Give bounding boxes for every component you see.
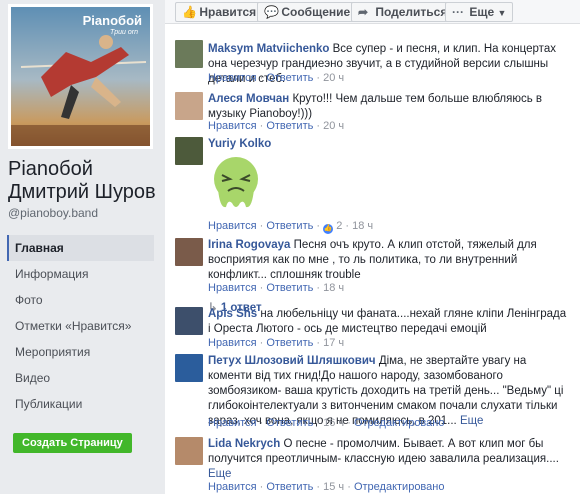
comment-like-link[interactable]: Нравится [208,72,257,84]
comment-timestamp[interactable]: 20 ч [323,72,344,84]
nav-item-posts[interactable]: Публикации [7,391,154,417]
comment-timestamp[interactable]: 18 ч [352,220,373,232]
comments-list: Maksym Matviichenko Все супер - и песня,… [165,24,580,494]
more-menu-button[interactable]: ··· Еще ▼ [445,2,514,22]
ellipsis-icon: ··· [452,5,464,19]
comment-author[interactable]: Apis Shs [208,308,257,320]
message-bubble-icon: 💬 [264,5,279,19]
message-button[interactable]: 💬 Сообщение [257,2,358,22]
page-action-bar: 👍 Нравится 💬 Сообщение ➦ Поделиться ··· … [165,0,580,24]
comment-author[interactable]: Петух Шлозовий Шляшкович [208,355,376,367]
share-arrow-icon: ➦ [358,5,369,19]
comment-like-link[interactable]: Нравится [208,481,257,493]
avatar[interactable] [175,307,203,335]
nav-item-info[interactable]: Информация [7,261,154,287]
page-title[interactable]: Pianoбой Дмитрий Шуров [8,158,168,204]
comment-author[interactable]: Yuriy Kolko [208,138,271,150]
nav-item-photos[interactable]: Фото [7,287,154,313]
comment-author[interactable]: Irina Rogovaya [208,239,290,251]
comment-text: на любельніцу чи фаната....нехай гляне к… [208,308,567,335]
chevron-down-icon: ▼ [497,8,507,18]
comment-reply-link[interactable]: Ответить [266,282,313,294]
comment-actions: Нравится · Ответить · 15 ч · Отредактиро… [208,481,445,493]
cover-subtitle: Tpuu orn [109,29,138,36]
comment-actions: Нравится · Ответить · 17 ч [208,337,345,349]
comment-reply-link[interactable]: Ответить [266,337,313,349]
comment-like-link[interactable]: Нравится [208,417,257,429]
comment-like-link[interactable]: Нравится [208,220,257,232]
comment-body: Алеся Мовчан Круто!!! Чем дальше тем бол… [208,92,568,122]
nav-item-events[interactable]: Мероприятия [7,339,154,365]
comment-actions: Нравится · Ответить · 18 ч [208,282,345,294]
comment-actions: Нравится · Ответить · 20 ч [208,120,345,132]
page-nav: Главная Информация Фото Отметки «Нравитс… [7,235,154,417]
comment-actions: Нравится · Ответить · 20 ч [208,72,345,84]
comment-actions: Нравится · Ответить · 16 ч · Отредактиро… [208,417,445,429]
like-page-button[interactable]: 👍 Нравится [175,2,264,22]
avatar[interactable] [175,137,203,165]
comment-timestamp[interactable]: 17 ч [323,337,344,349]
comment-body: Irina Rogovaya Песня очъ круто. А клип о… [208,238,568,283]
see-more-link[interactable]: Еще [208,468,231,480]
like-count-icon: 👍 [323,224,334,234]
avatar[interactable] [175,92,203,120]
page-handle[interactable]: @pianoboy.band [8,206,98,220]
avatar[interactable] [175,40,203,68]
thumbs-up-icon: 👍 [182,5,197,19]
edited-label[interactable]: Отредактировано [354,481,445,493]
comment-reply-link[interactable]: Ответить [266,481,313,493]
comment-timestamp[interactable]: 16 ч [323,417,344,429]
create-page-button[interactable]: Создать Страницу [13,433,132,453]
comment-actions: Нравится · Ответить · 👍 2 · 18 ч [208,220,374,234]
page-sidebar: Pianoбой Tpuu orn Pianoбой Дмитрий Шуров… [0,0,165,494]
comment-reply-link[interactable]: Ответить [266,120,313,132]
comment-like-link[interactable]: Нравится [208,282,257,294]
comment-like-count[interactable]: 2 [336,220,342,232]
comment-reply-link[interactable]: Ответить [266,417,313,429]
see-more-link[interactable]: Еще [460,415,483,427]
share-button[interactable]: ➦ Поделиться [351,2,455,22]
like-page-label: Нравится [199,5,257,19]
comment-body: Lida Nekrych О песне - промолчим. Бывает… [208,437,568,482]
nav-item-likes[interactable]: Отметки «Нравится» [7,313,154,339]
comment-author[interactable]: Maksym Matviichenko [208,43,329,55]
comment-body: Yuriy Kolko [208,137,568,152]
edited-label[interactable]: Отредактировано [354,417,445,429]
nav-item-videos[interactable]: Видео [7,365,154,391]
more-label: Еще [469,5,495,19]
comment-timestamp[interactable]: 15 ч [323,481,344,493]
comment-timestamp[interactable]: 18 ч [323,282,344,294]
comment-reply-link[interactable]: Ответить [266,220,313,232]
comment-like-link[interactable]: Нравится [208,337,257,349]
comment-like-link[interactable]: Нравится [208,120,257,132]
message-label: Сообщение [281,5,351,19]
comment-body: Apis Shs на любельніцу чи фаната....неха… [208,307,568,337]
share-label: Поделиться [375,5,448,19]
sticker-image[interactable] [208,155,264,213]
comment-author[interactable]: Алеся Мовчан [208,93,289,105]
comment-timestamp[interactable]: 20 ч [323,120,344,132]
page-cover-image[interactable]: Pianoбой Tpuu orn [8,4,153,149]
comment-author[interactable]: Lida Nekrych [208,438,280,450]
avatar[interactable] [175,238,203,266]
cover-brand-text: Pianoбой [82,13,142,28]
comment-reply-link[interactable]: Ответить [266,72,313,84]
avatar[interactable] [175,354,203,382]
nav-item-home[interactable]: Главная [7,235,154,261]
avatar[interactable] [175,437,203,465]
